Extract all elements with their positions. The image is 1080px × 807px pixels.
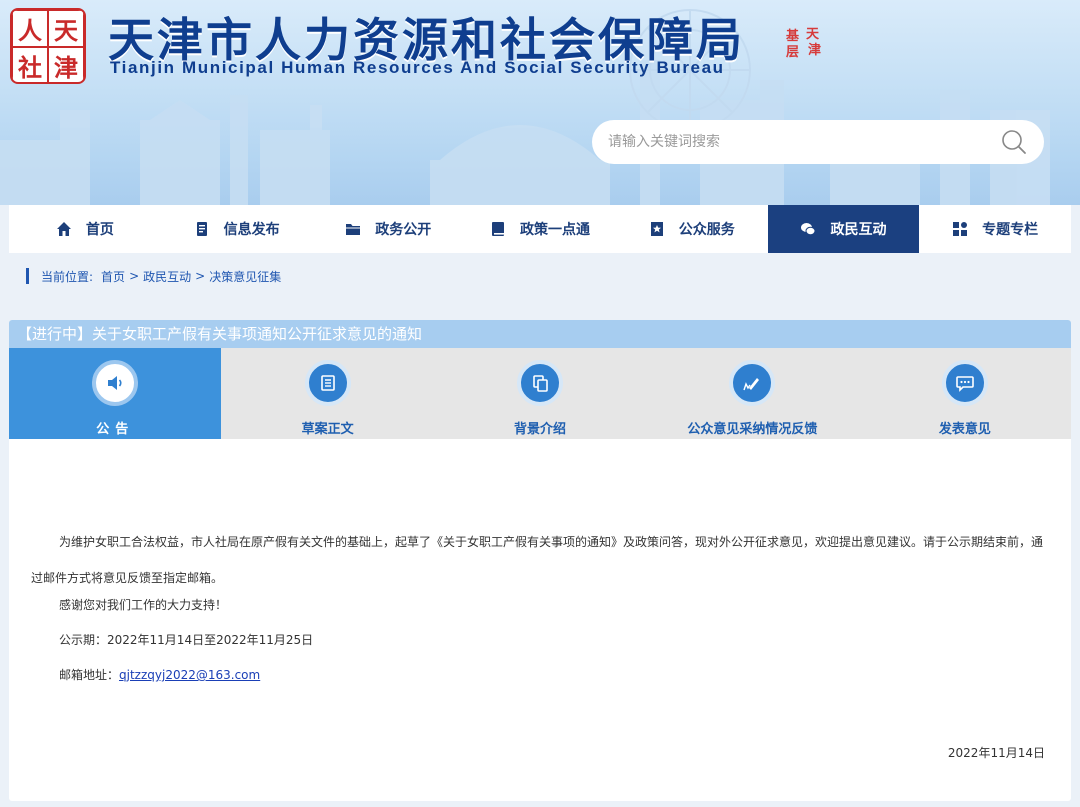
nav-label: 公众服务	[678, 222, 735, 238]
seal-char: 津	[808, 43, 822, 58]
bookmark-icon	[650, 222, 663, 236]
nav-item-public-service[interactable]: 公众服务	[616, 205, 768, 253]
main-nav: 首页 信息发布 政务公开 政策一点通 公众服务 政民互动 专题专栏	[9, 205, 1071, 253]
breadcrumb-link-consultation[interactable]: 决策意见征集	[209, 268, 281, 285]
site-subtitle: Tianjin Municipal Human Resources And So…	[110, 58, 725, 77]
tab-icon-circle	[729, 360, 776, 406]
tab-icon-circle	[304, 360, 351, 406]
nav-label: 专题专栏	[982, 222, 1039, 238]
logo-char: 天	[48, 10, 84, 47]
nav-item-interaction[interactable]: 政民互动	[767, 205, 920, 253]
search-input[interactable]	[608, 128, 988, 156]
breadcrumb-prefix: 当前位置:	[41, 269, 94, 284]
document-icon	[196, 222, 207, 236]
notice-title: 【进行中】关于女职工产假有关事项通知公开征求意见的通知	[9, 320, 1071, 348]
tab-icon-circle	[92, 360, 139, 406]
list-doc-icon	[320, 375, 335, 391]
breadcrumb-link-interaction[interactable]: 政民互动	[143, 268, 191, 285]
article-paragraph: 感谢您对我们工作的大力支持！	[59, 598, 228, 612]
nav-item-policy[interactable]: 政策一点通	[464, 205, 616, 253]
tab-icon-circle	[941, 360, 988, 406]
nav-item-special-topics[interactable]: 专题专栏	[919, 205, 1071, 253]
notice-tabs: 公告 草案正文 背景介绍 公众意见采纳情况反馈 发表意见	[9, 348, 1071, 439]
grid-icon	[953, 222, 968, 236]
folder-icon	[346, 224, 361, 235]
article-paragraph: 为维护女职工合法权益，市人社局在原产假有关文件的基础上，起草了《关于女职工产假有…	[31, 535, 1044, 585]
publicity-period: 公示期：2022年11月14日至2022年11月25日	[59, 633, 314, 647]
nav-item-info-release[interactable]: 信息发布	[161, 205, 313, 253]
nav-label: 政务公开	[375, 222, 432, 238]
tab-label: 公众意见采纳情况反馈	[687, 422, 818, 437]
seal-char: 天	[806, 27, 820, 42]
logo-char: 人	[12, 10, 48, 47]
home-icon	[56, 222, 71, 236]
email-label: 邮箱地址：	[59, 668, 120, 682]
seal-logo: 基 天 层 津	[786, 28, 828, 76]
content-panel: 【进行中】关于女职工产假有关事项通知公开征求意见的通知 公告 草案正文 背景介绍…	[9, 320, 1071, 801]
tab-submit-opinion[interactable]: 发表意见	[859, 348, 1071, 439]
seal-char: 层	[786, 45, 800, 60]
copy-icon	[533, 375, 548, 392]
seal-char: 基	[786, 29, 800, 44]
book-icon	[492, 222, 505, 236]
breadcrumb: 当前位置: 首页 > 政民互动 > 决策意见征集	[26, 268, 281, 284]
tab-label: 发表意见	[938, 422, 991, 437]
nav-label: 信息发布	[223, 222, 280, 238]
nav-item-gov-affairs[interactable]: 政务公开	[312, 205, 464, 253]
comment-icon	[956, 376, 974, 392]
tab-label: 背景介绍	[514, 422, 567, 437]
breadcrumb-marker	[26, 268, 29, 284]
chat-icon	[801, 223, 816, 236]
site-header: 人 天 社 津 天津市人力资源和社会保障局 Tianjin Municipal …	[0, 0, 1080, 205]
nav-label: 政策一点通	[520, 222, 591, 238]
nav-label: 首页	[85, 222, 114, 238]
search-icon[interactable]	[1000, 128, 1028, 156]
tab-announcement[interactable]: 公告	[9, 348, 222, 439]
breadcrumb-separator: >	[195, 269, 206, 283]
tab-feedback[interactable]: 公众意见采纳情况反馈	[646, 348, 858, 439]
nav-item-home[interactable]: 首页	[9, 205, 161, 253]
speaker-icon	[108, 376, 122, 390]
site-logo[interactable]: 人 天 社 津	[10, 8, 86, 84]
breadcrumb-separator: >	[129, 269, 140, 283]
email-line: 邮箱地址：qjtzzqyj2022@163.com	[59, 666, 260, 684]
tab-icon-circle	[517, 360, 564, 406]
search-box	[592, 120, 1044, 164]
nav-label: 政民互动	[830, 222, 887, 238]
pen-icon	[743, 378, 760, 391]
publish-date: 2022年11月14日	[947, 746, 1045, 760]
tab-background[interactable]: 背景介绍	[434, 348, 646, 439]
logo-char: 社	[12, 47, 48, 82]
logo-char: 津	[48, 47, 84, 82]
tab-draft-text[interactable]: 草案正文	[221, 348, 433, 439]
tab-label: 公告	[96, 422, 135, 437]
breadcrumb-link-home[interactable]: 首页	[101, 268, 125, 285]
email-link[interactable]: qjtzzqyj2022@163.com	[119, 668, 260, 682]
tab-label: 草案正文	[301, 422, 354, 437]
